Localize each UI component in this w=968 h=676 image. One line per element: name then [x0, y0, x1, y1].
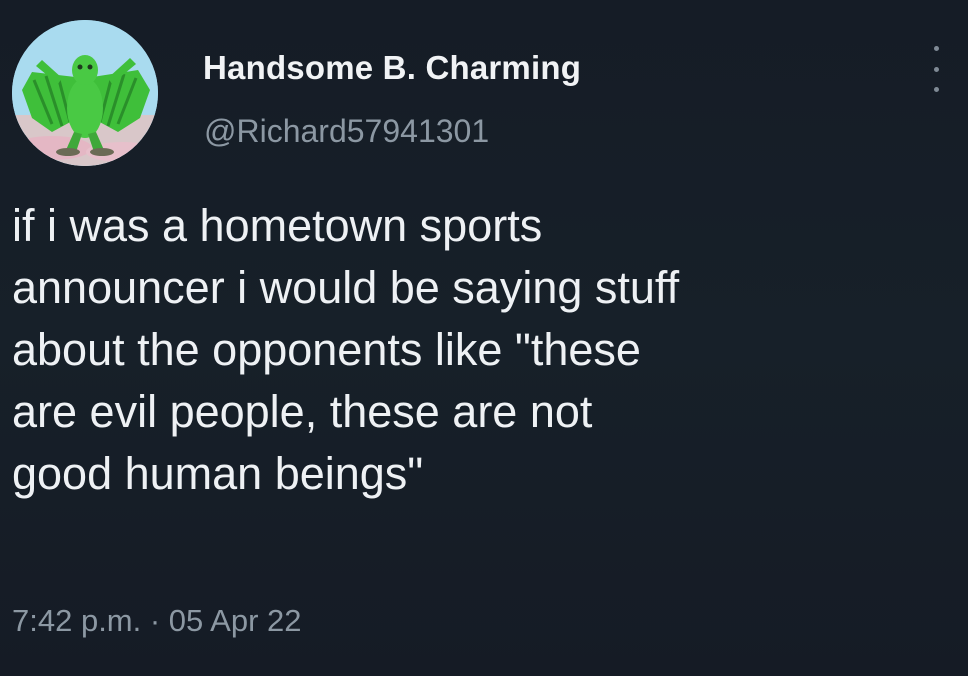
dot: [933, 87, 939, 92]
dot: [933, 66, 939, 72]
vertical-ellipsis-icon[interactable]: [928, 46, 944, 92]
avatar[interactable]: [12, 20, 158, 166]
green-creature-avatar-icon: [12, 20, 158, 166]
tweet-text: if i was a hometown sports announcer i w…: [12, 200, 680, 499]
dot: [933, 46, 939, 51]
tweet-timestamp[interactable]: 7:42 p.m. · 05 Apr 22: [12, 603, 302, 639]
author-name[interactable]: Handsome B. Charming: [203, 49, 581, 87]
tweet-card: Handsome B. Charming @Richard57941301 if…: [0, 0, 968, 676]
author-handle[interactable]: @Richard57941301: [204, 113, 489, 150]
